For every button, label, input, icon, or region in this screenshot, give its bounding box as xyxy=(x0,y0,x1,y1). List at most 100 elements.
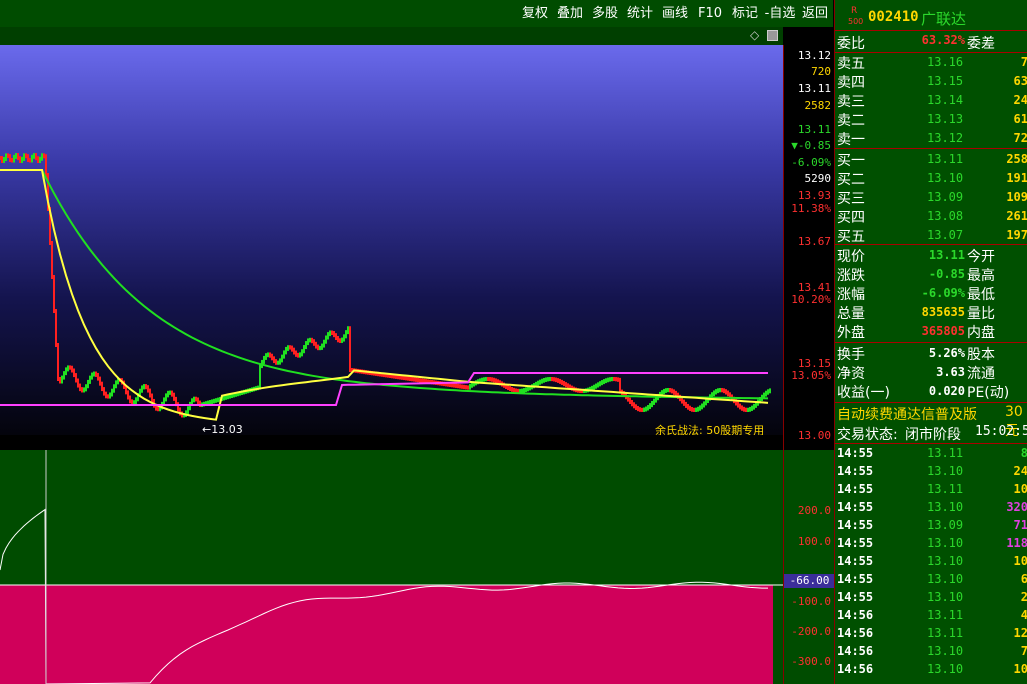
quote-label: 涨跌 xyxy=(837,268,865,284)
quote-value: 835635 xyxy=(921,305,965,319)
promo-text[interactable]: 自动续费通达信普及版 xyxy=(837,404,977,424)
axis-label: 13.05% xyxy=(791,369,831,382)
sell-label: 卖一 xyxy=(837,132,865,148)
tick-row[interactable]: 14:56 13.11 12 xyxy=(835,624,1027,642)
quote-panel: R 500 002410 广联达 委比 63.32% 委差 卖五 13.16 7 卖四… xyxy=(834,0,1027,684)
divider xyxy=(835,148,1027,149)
sell-price: 13.14 xyxy=(927,93,964,107)
tick-volume: 320 xyxy=(1006,500,1027,514)
quote-row: 现价 13.11 今开 xyxy=(835,246,1027,265)
tick-time: 14:55 xyxy=(837,464,874,478)
buy-row: 买二 13.10 191 xyxy=(835,169,1027,188)
stock-badge-top: R xyxy=(851,6,858,16)
statistics-button[interactable]: 统计 xyxy=(625,5,655,23)
buy-price: 13.07 xyxy=(927,228,964,242)
restore-rights-button[interactable]: 复权 xyxy=(520,5,550,23)
tick-row[interactable]: 14:56 13.10 7 xyxy=(835,642,1027,660)
buy-row: 买五 13.07 197 xyxy=(835,226,1027,245)
chart-gap xyxy=(0,435,783,450)
maximize-icon[interactable] xyxy=(767,30,778,41)
tick-price: 13.10 xyxy=(927,536,964,550)
f10-button[interactable]: F10 xyxy=(695,5,725,23)
crosshair-change: ▼-0.85 xyxy=(791,139,831,152)
tick-time: 14:55 xyxy=(837,554,874,568)
tick-time: 14:55 xyxy=(837,518,874,532)
back-button[interactable]: 返回 xyxy=(800,5,830,23)
indicator-chart-area[interactable] xyxy=(0,450,783,684)
axis-label: 13.00 xyxy=(797,429,831,442)
tick-row[interactable]: 14:56 13.11 4 xyxy=(835,606,1027,624)
quote-value: 13.11 xyxy=(928,248,965,262)
crosshair-vol2: 2582 xyxy=(804,99,832,112)
ma-long-line xyxy=(0,169,769,400)
sell-row: 卖二 13.13 61 xyxy=(835,110,1027,129)
sell-price: 13.12 xyxy=(927,131,964,145)
quote2-label: 收益(一) xyxy=(837,385,890,401)
tick-volume: 24 xyxy=(1013,464,1027,478)
tick-row[interactable]: 14:55 13.10 2 xyxy=(835,588,1027,606)
buy-label: 买一 xyxy=(837,153,865,169)
price-chart-svg xyxy=(0,153,771,421)
ratio-label: 委比 xyxy=(837,36,865,52)
axis-label: 11.38% xyxy=(791,202,831,215)
tick-time: 14:55 xyxy=(837,446,874,460)
price-chart-area[interactable]: ←13.03 余氏战法: 50股期专用 xyxy=(0,45,783,437)
quote-label2: 最高 xyxy=(967,268,995,284)
tick-row[interactable]: 14:55 13.10 24 xyxy=(835,462,1027,480)
tick-row[interactable]: 14:55 13.11 8 xyxy=(835,444,1027,462)
axis-label: 10.20% xyxy=(791,293,831,306)
tick-row[interactable]: 14:56 13.10 10 xyxy=(835,660,1027,678)
draw-line-button[interactable]: 画线 xyxy=(660,5,690,23)
tick-row[interactable]: 14:55 13.11 10 xyxy=(835,480,1027,498)
quote2-label2: PE(动) xyxy=(967,385,1010,401)
multi-stock-button[interactable]: 多股 xyxy=(590,5,620,23)
ma-mid-line xyxy=(0,372,768,406)
diamond-icon[interactable]: ◇ xyxy=(750,28,759,42)
sell-volume: 24 xyxy=(1013,93,1027,107)
buy-label: 买四 xyxy=(837,210,865,226)
tick-time: 14:56 xyxy=(837,644,874,658)
quote2-label2: 流通 xyxy=(967,366,995,382)
promo-banner[interactable]: 自动续费通达信普及版 30元 xyxy=(835,404,1027,439)
crosshair-price2: 13.11 xyxy=(797,82,831,95)
ratio-value: 63.32% xyxy=(921,33,965,47)
quote-row: 涨跌 -0.85 最高 xyxy=(835,265,1027,284)
chart-subbar: ◇ xyxy=(0,27,783,45)
crosshair-pct: -6.09% xyxy=(791,156,831,169)
overlay-button[interactable]: 叠加 xyxy=(555,5,585,23)
tick-volume: 118 xyxy=(1006,536,1027,550)
mark-button[interactable]: 标记 xyxy=(730,5,760,23)
quote2-label2: 股本 xyxy=(967,347,995,363)
sell-price: 13.16 xyxy=(927,55,964,69)
divider xyxy=(835,30,1027,31)
axis-label: 100.0 xyxy=(797,535,831,548)
tick-row[interactable]: 14:55 13.09 71 xyxy=(835,516,1027,534)
divider xyxy=(835,402,1027,403)
buy-volume: 197 xyxy=(1006,228,1027,242)
trade-status-row: 交易状态: 闭市阶段 15:02:57 xyxy=(835,424,1027,443)
quote2-value: 0.020 xyxy=(928,384,965,398)
sell-row: 卖四 13.15 63 xyxy=(835,72,1027,91)
stock-header: R 500 002410 广联达 xyxy=(835,6,1027,30)
tick-volume: 71 xyxy=(1013,518,1027,532)
buy-label: 买五 xyxy=(837,229,865,245)
quote2-row: 收益(一) 0.020 PE(动) xyxy=(835,382,1027,401)
buy-volume: 261 xyxy=(1006,209,1027,223)
quote2-row: 换手 5.26% 股本 xyxy=(835,344,1027,363)
quote-row: 外盘 365805 内盘 xyxy=(835,322,1027,341)
price-bars xyxy=(0,153,771,418)
tick-time: 14:55 xyxy=(837,572,874,586)
tick-row[interactable]: 14:55 13.10 320 xyxy=(835,498,1027,516)
sell-price: 13.13 xyxy=(927,112,964,126)
quote-label2: 最低 xyxy=(967,287,995,303)
add-favorite-button[interactable]: -自选 xyxy=(763,5,797,23)
tick-row[interactable]: 14:55 13.10 10 xyxy=(835,552,1027,570)
tick-row[interactable]: 14:55 13.10 6 xyxy=(835,570,1027,588)
tick-time: 14:56 xyxy=(837,662,874,676)
buy-price: 13.08 xyxy=(927,209,964,223)
sell-volume: 7 xyxy=(1020,55,1027,69)
sell-row: 卖五 13.16 7 xyxy=(835,53,1027,72)
quote-row: 涨幅 -6.09% 最低 xyxy=(835,284,1027,303)
sell-row: 卖三 13.14 24 xyxy=(835,91,1027,110)
tick-row[interactable]: 14:55 13.10 118 xyxy=(835,534,1027,552)
